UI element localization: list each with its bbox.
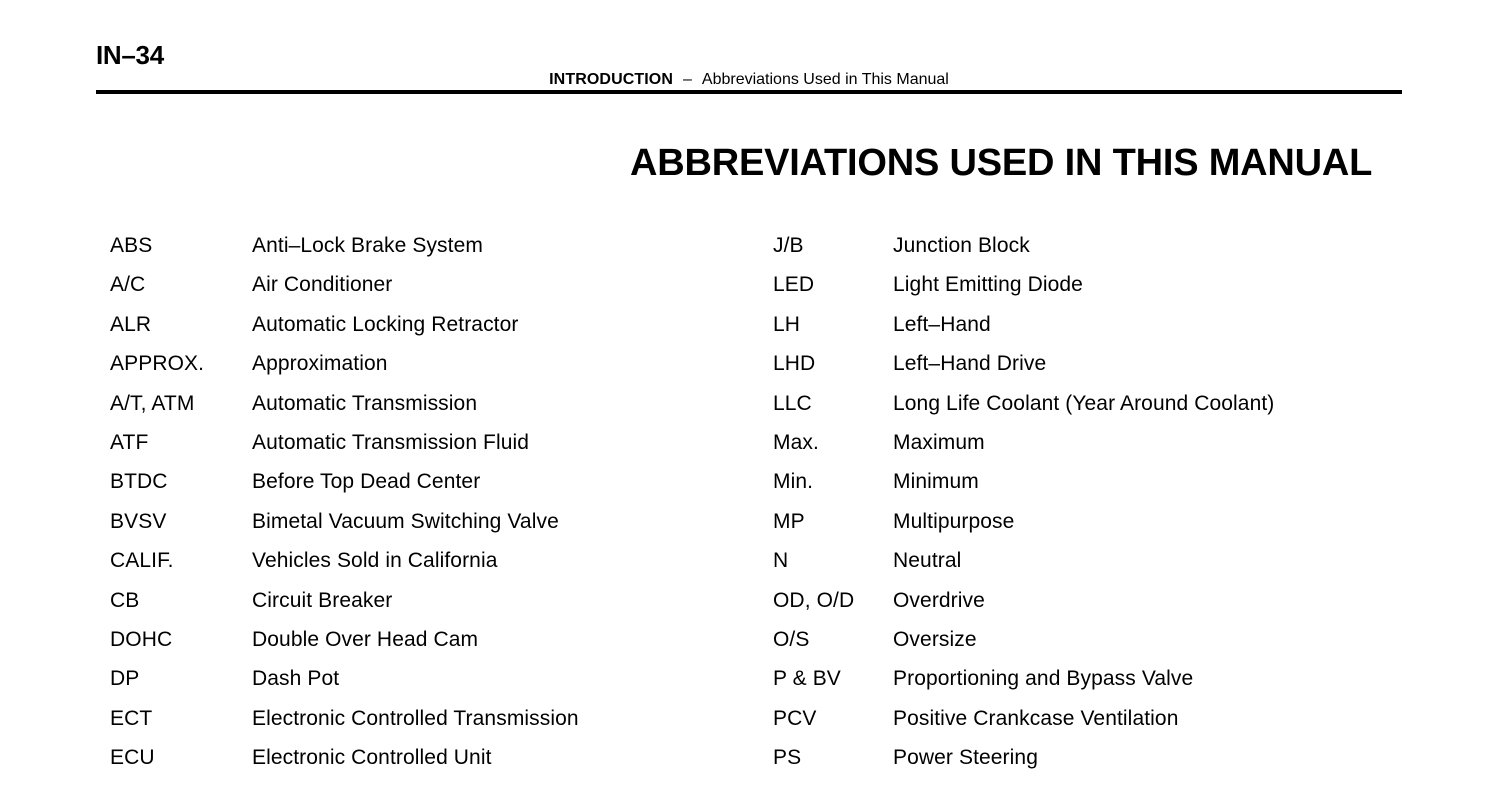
abbreviation-entry: ABS Anti–Lock Brake System — [110, 232, 750, 271]
abbreviation-entry: DP Dash Pot — [110, 665, 750, 704]
abbreviation-definition: Multipurpose — [893, 509, 1015, 533]
abbreviation-term: O/S — [773, 627, 810, 651]
abbreviation-entry: Min. Minimum — [773, 468, 1473, 507]
abbreviation-column-right: J/B Junction Block LED Light Emitting Diode… — [773, 232, 1473, 783]
page-number: IN–34 — [96, 40, 164, 70]
abbreviation-term: LH — [773, 312, 801, 336]
running-head: INTRODUCTION – Abbreviations Used in This … — [96, 70, 1402, 90]
abbreviation-term: CALIF. — [110, 549, 174, 573]
abbreviation-definition: Left–Hand — [893, 312, 991, 336]
abbreviation-definition: Maximum — [893, 430, 985, 454]
abbreviation-definition: Left–Hand Drive — [893, 352, 1047, 376]
abbreviation-term: A/T, ATM — [110, 391, 195, 415]
abbreviation-column-left: ABS Anti–Lock Brake System A/C Air Conditio… — [110, 232, 750, 783]
abbreviation-term: ALR — [110, 312, 152, 336]
abbreviation-entry: P & BV Proportioning and Bypass Valve — [773, 665, 1473, 704]
abbreviation-entry: LLC Long Life Coolant (Year Around Coolan… — [773, 390, 1473, 429]
abbreviation-entry: ATF Automatic Transmission Fluid — [110, 429, 750, 468]
abbreviation-entry: LED Light Emitting Diode — [773, 271, 1473, 310]
abbreviation-definition: Overdrive — [893, 588, 985, 612]
abbreviation-entry: PS Power Steering — [773, 744, 1473, 783]
abbreviation-term: P & BV — [773, 667, 841, 691]
abbreviation-entry: A/T, ATM Automatic Transmission — [110, 390, 750, 429]
abbreviation-definition: Junction Block — [893, 234, 1030, 257]
abbreviation-term: APPROX. — [110, 352, 205, 376]
abbreviation-entry: O/S Oversize — [773, 626, 1473, 665]
abbreviation-definition: Minimum — [893, 470, 979, 494]
abbreviation-definition: Circuit Breaker — [252, 588, 393, 612]
running-head-section: INTRODUCTION — [549, 71, 673, 88]
abbreviation-definition: Automatic Transmission — [252, 391, 478, 415]
abbreviation-definition: Positive Crankcase Ventilation — [893, 706, 1179, 730]
abbreviation-entry: LHD Left–Hand Drive — [773, 350, 1473, 389]
abbreviation-entry: OD, O/D Overdrive — [773, 587, 1473, 626]
abbreviation-definition: Electronic Controlled Unit — [252, 746, 492, 770]
abbreviation-term: DP — [110, 667, 140, 691]
abbreviation-term: LHD — [773, 352, 816, 376]
manual-page: IN–34 INTRODUCTION – Abbreviations Used in… — [0, 0, 1500, 785]
abbreviation-term: Min. — [773, 470, 814, 494]
abbreviation-definition: Power Steering — [893, 746, 1038, 770]
abbreviation-definition: Anti–Lock Brake System — [252, 234, 483, 257]
abbreviation-entry: A/C Air Conditioner — [110, 271, 750, 310]
running-head-topic: Abbreviations Used in This Manual — [701, 71, 949, 88]
abbreviation-entry: CB Circuit Breaker — [110, 587, 750, 626]
abbreviation-definition: Long Life Coolant (Year Around Coolant) — [893, 391, 1275, 415]
abbreviation-term: ECU — [110, 746, 155, 770]
abbreviation-term: DOHC — [110, 627, 173, 651]
abbreviation-term: N — [773, 549, 789, 573]
abbreviation-entry: LH Left–Hand — [773, 311, 1473, 350]
abbreviation-entry: BVSV Bimetal Vacuum Switching Valve — [110, 508, 750, 547]
abbreviation-entry: APPROX. Approximation — [110, 350, 750, 389]
abbreviation-term: OD, O/D — [773, 588, 855, 612]
running-head-separator: – — [683, 71, 692, 88]
abbreviation-entry: ECT Electronic Controlled Transmission — [110, 705, 750, 744]
abbreviation-definition: Vehicles Sold in California — [252, 549, 498, 573]
abbreviation-term: PCV — [773, 706, 817, 730]
abbreviation-definition: Double Over Head Cam — [252, 627, 479, 651]
abbreviation-definition: Neutral — [893, 549, 962, 573]
abbreviation-term: BVSV — [110, 509, 167, 533]
abbreviation-term: ABS — [110, 234, 153, 257]
abbreviation-definition: Approximation — [252, 352, 388, 376]
abbreviation-entry: ECU Electronic Controlled Unit — [110, 744, 750, 783]
abbreviation-entry: CALIF. Vehicles Sold in California — [110, 547, 750, 586]
abbreviation-definition: Light Emitting Diode — [893, 273, 1083, 297]
abbreviation-definition: Automatic Locking Retractor — [252, 312, 519, 336]
abbreviation-term: A/C — [110, 273, 146, 297]
abbreviation-definition: Oversize — [893, 627, 977, 651]
abbreviation-definition: Before Top Dead Center — [252, 470, 481, 494]
abbreviation-definition: Air Conditioner — [252, 273, 393, 297]
abbreviation-term: LED — [773, 273, 815, 297]
abbreviation-definition: Automatic Transmission Fluid — [252, 430, 530, 454]
abbreviation-definition: Dash Pot — [252, 667, 340, 691]
abbreviation-entry: DOHC Double Over Head Cam — [110, 626, 750, 665]
abbreviation-entry: ALR Automatic Locking Retractor — [110, 311, 750, 350]
abbreviation-term: PS — [773, 746, 802, 770]
abbreviation-term: MP — [773, 509, 805, 533]
abbreviation-term: Max. — [773, 430, 819, 454]
header-rule — [96, 90, 1402, 94]
abbreviation-entry: BTDC Before Top Dead Center — [110, 468, 750, 507]
abbreviation-entry: MP Multipurpose — [773, 508, 1473, 547]
abbreviation-term: CB — [110, 588, 140, 612]
abbreviation-definition: Proportioning and Bypass Valve — [893, 667, 1194, 691]
abbreviation-term: J/B — [773, 234, 804, 257]
abbreviation-term: ECT — [110, 706, 153, 730]
abbreviation-definition: Bimetal Vacuum Switching Valve — [252, 509, 559, 533]
abbreviation-term: ATF — [110, 430, 149, 454]
page-title: ABBREVIATIONS USED IN THIS MANUAL — [630, 142, 1373, 185]
abbreviation-term: BTDC — [110, 470, 168, 494]
abbreviation-entry: J/B Junction Block — [773, 232, 1473, 271]
abbreviation-definition: Electronic Controlled Transmission — [252, 706, 579, 730]
abbreviation-entry: N Neutral — [773, 547, 1473, 586]
abbreviation-entry: Max. Maximum — [773, 429, 1473, 468]
abbreviation-term: LLC — [773, 391, 812, 415]
abbreviation-entry: PCV Positive Crankcase Ventilation — [773, 705, 1473, 744]
